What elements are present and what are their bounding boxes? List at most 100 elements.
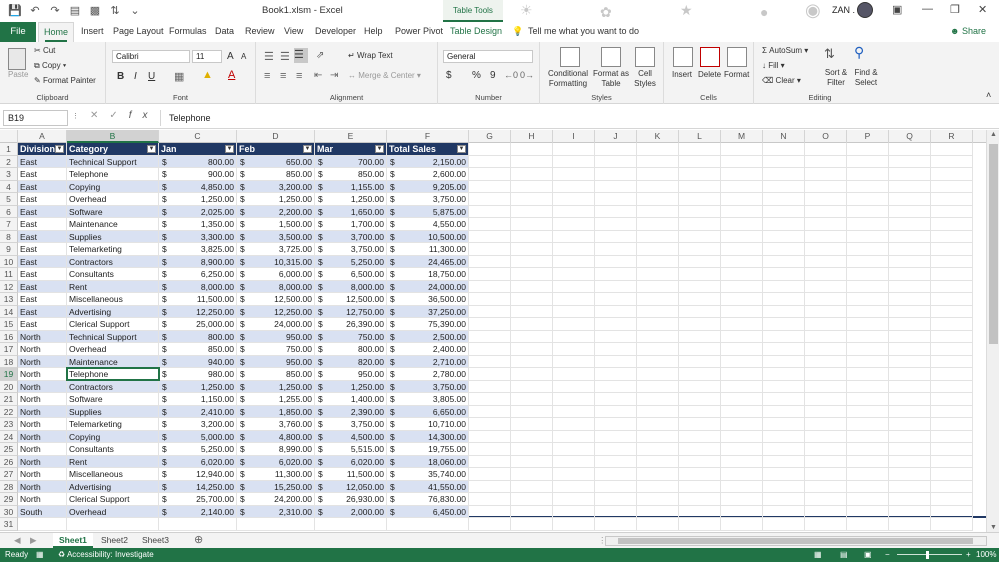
empty-cell[interactable]: [931, 193, 973, 206]
empty-cell[interactable]: [637, 155, 679, 168]
close-icon[interactable]: ✕: [978, 3, 987, 16]
empty-cell[interactable]: [679, 505, 721, 518]
empty-cell[interactable]: [763, 293, 805, 306]
empty-cell[interactable]: [511, 405, 553, 418]
filter-dropdown-icon[interactable]: ▼: [55, 145, 64, 153]
empty-cell[interactable]: [595, 205, 637, 218]
empty-cell[interactable]: [511, 293, 553, 306]
currency-cell[interactable]: $4,800.00: [237, 430, 315, 443]
empty-cell[interactable]: [637, 480, 679, 493]
text-cell[interactable]: East: [18, 293, 67, 306]
empty-cell[interactable]: [721, 405, 763, 418]
currency-cell[interactable]: $14,300.00: [387, 430, 469, 443]
empty-cell[interactable]: [931, 468, 973, 481]
row-header[interactable]: 11: [0, 268, 18, 281]
empty-cell[interactable]: [847, 393, 889, 406]
empty-cell[interactable]: [763, 343, 805, 356]
text-cell[interactable]: Advertising: [67, 480, 159, 493]
currency-cell[interactable]: $12,500.00: [237, 293, 315, 306]
row-header[interactable]: 3: [0, 168, 18, 181]
empty-cell[interactable]: [763, 405, 805, 418]
text-cell[interactable]: Clerical Support: [67, 493, 159, 506]
currency-cell[interactable]: $6,020.00: [315, 455, 387, 468]
empty-cell[interactable]: [721, 268, 763, 281]
currency-cell[interactable]: $1,250.00: [237, 380, 315, 393]
empty-cell[interactable]: [805, 430, 847, 443]
currency-cell[interactable]: $15,250.00: [237, 480, 315, 493]
autosum-button[interactable]: Σ AutoSum ▾: [762, 46, 808, 55]
currency-cell[interactable]: $10,315.00: [237, 255, 315, 268]
row-header[interactable]: 17: [0, 343, 18, 356]
currency-cell[interactable]: $3,725.00: [237, 243, 315, 256]
empty-cell[interactable]: [805, 268, 847, 281]
currency-cell[interactable]: $3,750.00: [387, 193, 469, 206]
empty-cell[interactable]: [595, 218, 637, 231]
empty-cell[interactable]: [889, 305, 931, 318]
filter-dropdown-icon[interactable]: ▼: [147, 145, 156, 153]
empty-cell[interactable]: [469, 255, 511, 268]
currency-cell[interactable]: $36,500.00: [387, 293, 469, 306]
empty-cell[interactable]: [763, 218, 805, 231]
text-cell[interactable]: Telemarketing: [67, 243, 159, 256]
empty-cell[interactable]: [721, 430, 763, 443]
empty-cell[interactable]: [595, 493, 637, 506]
currency-cell[interactable]: $6,250.00: [159, 268, 237, 281]
text-cell[interactable]: Technical Support: [67, 155, 159, 168]
empty-cell[interactable]: [469, 430, 511, 443]
currency-cell[interactable]: $19,755.00: [387, 443, 469, 456]
currency-cell[interactable]: $1,155.00: [315, 180, 387, 193]
row-header[interactable]: 4: [0, 180, 18, 193]
empty-cell[interactable]: [637, 230, 679, 243]
currency-cell[interactable]: $12,250.00: [159, 305, 237, 318]
empty-cell[interactable]: [553, 480, 595, 493]
empty-cell[interactable]: [931, 418, 973, 431]
empty-cell[interactable]: [679, 168, 721, 181]
horizontal-scrollbar[interactable]: [605, 536, 987, 546]
column-header[interactable]: H: [511, 130, 553, 143]
text-cell[interactable]: Telephone: [67, 368, 159, 381]
empty-cell[interactable]: [805, 380, 847, 393]
empty-cell[interactable]: [889, 205, 931, 218]
empty-cell[interactable]: [763, 330, 805, 343]
empty-cell[interactable]: [469, 368, 511, 381]
empty-cell[interactable]: [553, 343, 595, 356]
empty-cell[interactable]: [931, 493, 973, 506]
empty-cell[interactable]: [721, 230, 763, 243]
empty-cell[interactable]: [931, 168, 973, 181]
row-header[interactable]: 24: [0, 430, 18, 443]
zoom-in-icon[interactable]: +: [966, 550, 971, 559]
text-cell[interactable]: East: [18, 230, 67, 243]
empty-cell[interactable]: [721, 380, 763, 393]
currency-cell[interactable]: $750.00: [237, 343, 315, 356]
empty-cell[interactable]: [931, 518, 973, 531]
empty-cell[interactable]: [511, 493, 553, 506]
name-box[interactable]: B19: [3, 110, 68, 126]
empty-cell[interactable]: [847, 468, 889, 481]
orientation-icon[interactable]: ⇗: [316, 50, 324, 61]
empty-cell[interactable]: [847, 380, 889, 393]
empty-cell[interactable]: [637, 468, 679, 481]
empty-cell[interactable]: [637, 343, 679, 356]
text-cell[interactable]: Miscellaneous: [67, 468, 159, 481]
currency-cell[interactable]: $11,300.00: [387, 243, 469, 256]
vertical-scroll-thumb[interactable]: [989, 144, 998, 344]
currency-cell[interactable]: $26,930.00: [315, 493, 387, 506]
currency-cell[interactable]: $1,250.00: [159, 193, 237, 206]
empty-cell[interactable]: [721, 168, 763, 181]
currency-cell[interactable]: $12,500.00: [315, 293, 387, 306]
sheet-tab-sheet3[interactable]: Sheet3: [136, 533, 175, 548]
empty-cell[interactable]: [805, 443, 847, 456]
empty-cell[interactable]: [679, 255, 721, 268]
text-cell[interactable]: North: [18, 443, 67, 456]
currency-cell[interactable]: $980.00: [159, 368, 237, 381]
currency-cell[interactable]: $5,875.00: [387, 205, 469, 218]
empty-cell[interactable]: [637, 493, 679, 506]
empty-cell[interactable]: [679, 143, 721, 156]
empty-cell[interactable]: [595, 268, 637, 281]
currency-cell[interactable]: $3,760.00: [237, 418, 315, 431]
fill-button[interactable]: ↓ Fill ▾: [762, 61, 785, 70]
row-header[interactable]: 25: [0, 443, 18, 456]
empty-cell[interactable]: [511, 318, 553, 331]
text-cell[interactable]: Maintenance: [67, 355, 159, 368]
empty-cell[interactable]: [469, 405, 511, 418]
